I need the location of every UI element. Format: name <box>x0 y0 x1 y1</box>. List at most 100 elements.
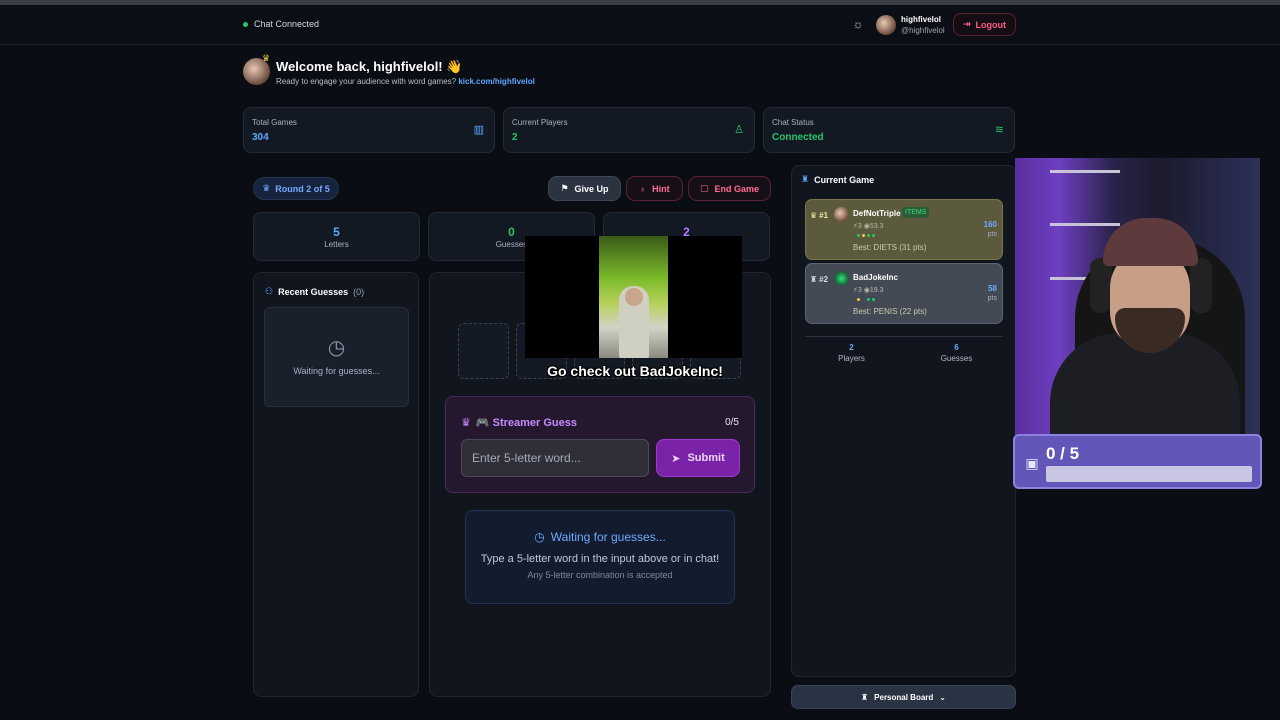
video-overlay <box>525 236 742 358</box>
goal-counter-text: 0 / 5 <box>1046 444 1080 463</box>
player-stats: ⚡3 ◉19.3 <box>853 287 884 294</box>
player-points-unit: pts <box>987 295 997 302</box>
players-summary-value: 2 <box>849 343 854 352</box>
logout-button[interactable]: ⇥ Logout <box>953 13 1016 36</box>
crown-icon: ♛ <box>810 211 818 220</box>
player-points-unit: pts <box>987 231 997 238</box>
current-game-header: ♜ Current Game <box>801 174 874 185</box>
guesses-summary-label: Guesses <box>940 354 973 363</box>
trophy-icon: ♜ <box>801 174 810 184</box>
trophy-icon: ♜ <box>810 275 818 284</box>
guess-dot <box>862 234 865 237</box>
players-summary: 2 Players <box>802 342 901 364</box>
end-game-label: End Game <box>714 183 760 194</box>
user-avatar[interactable] <box>876 15 896 35</box>
player-points-value: 160 <box>983 220 997 229</box>
recent-guesses-empty: ◷ Waiting for guesses... <box>264 307 409 407</box>
letters-stat: 5 Letters <box>253 212 420 261</box>
welcome-title: Welcome back, highfivelol! 👋 <box>276 59 463 74</box>
players-summary-label: Players <box>838 354 865 363</box>
guess-dot <box>867 298 870 301</box>
status-dot-icon <box>243 21 248 27</box>
chevron-down-icon: ⌄ <box>939 692 946 702</box>
stat-label: Chat Status <box>772 118 814 127</box>
divider <box>805 336 1003 337</box>
guesses-summary: 6 Guesses <box>907 342 1006 364</box>
player-name: BadJokeInc <box>853 273 898 282</box>
stat-card-chat-status: Chat Status Connected ≋ <box>763 107 1015 153</box>
recent-guesses-header: ⚇ Recent Guesses (0) <box>265 286 364 297</box>
submit-button[interactable]: ➤ Submit <box>656 439 740 477</box>
crown-icon: ♛ <box>262 183 271 193</box>
top-bar: Chat Connected ☼ highfivelol @highfivelo… <box>0 5 1280 45</box>
guess-dot <box>857 234 860 237</box>
guess-dot <box>867 234 870 237</box>
theme-toggle-icon[interactable]: ☼ <box>851 17 865 31</box>
player-stats: ⚡3 ◉53.3 <box>853 223 884 230</box>
player-tag: ITEMS <box>902 207 930 218</box>
guess-dot <box>857 298 860 301</box>
logout-icon: ⇥ <box>962 19 971 29</box>
waiting-subtitle: Type a 5-letter word in the input above … <box>480 553 720 565</box>
give-up-button[interactable]: ⚑ Give Up <box>548 176 621 201</box>
waiting-title: Waiting for guesses... <box>550 530 666 544</box>
send-icon: ➤ <box>671 452 681 465</box>
users-icon: ⚇ <box>265 286 274 296</box>
stat-label: Current Players <box>512 118 568 127</box>
recent-guesses-title: Recent Guesses <box>278 286 349 297</box>
welcome-subtitle-text: Ready to engage your audience with word … <box>276 77 457 86</box>
lightbulb-icon: ♁ <box>639 183 647 194</box>
waiting-note: Any 5-letter combination is accepted <box>527 570 673 580</box>
clock-icon: ◷ <box>534 530 545 544</box>
wifi-icon: ≋ <box>994 124 1004 136</box>
player-card[interactable]: ♜ #2 BadJokeInc ⚡3 ◉19.3 Best: PENIS (22… <box>805 263 1003 324</box>
hint-label: Hint <box>652 183 670 194</box>
stop-square-icon: ▢ <box>699 183 709 193</box>
guess-dot <box>862 298 865 301</box>
player-avatar <box>834 207 849 222</box>
player-best: Best: DIETS (31 pts) <box>853 243 927 252</box>
streamer-guess-panel: ♛ 🎮 Streamer Guess 0/5 ➤ Submit <box>445 396 755 493</box>
gift-icon: ▣ <box>1025 455 1039 471</box>
stat-value: 304 <box>252 132 269 143</box>
flag-icon: ⚑ <box>560 183 569 193</box>
end-game-button[interactable]: ▢ End Game <box>688 176 771 201</box>
stat-card-total-games: Total Games 304 ▥ <box>243 107 495 153</box>
hint-button[interactable]: ♁ Hint <box>626 176 683 201</box>
channel-link[interactable]: kick.com/highfivelol <box>458 77 534 86</box>
stat-value: 2 <box>512 132 518 143</box>
streamer-guess-title: 🎮 Streamer Guess <box>475 417 578 429</box>
player-card[interactable]: ♛ #1 DefNotTriple ITEMS ⚡3 ◉53.3 Best: D… <box>805 199 1003 260</box>
personal-board-toggle[interactable]: ♜ Personal Board ⌄ <box>791 685 1016 709</box>
player-points-value: 58 <box>988 284 997 293</box>
current-game-panel: ♜ Current Game ♛ #1 DefNotTriple ITEMS ⚡… <box>791 165 1016 677</box>
video-person-head <box>625 288 643 306</box>
crown-icon: ♛ <box>461 417 471 429</box>
user-info: highfivelol @highfivelol <box>901 14 945 36</box>
word-guess-input[interactable] <box>461 439 649 477</box>
player-guess-dots <box>857 234 875 237</box>
give-up-label: Give Up <box>574 183 609 194</box>
bar-chart-icon: ▥ <box>473 124 484 136</box>
headphone-left <box>1090 258 1112 313</box>
player-rank-label: #1 <box>819 211 829 220</box>
player-guess-dots <box>857 298 875 301</box>
clock-icon: ◷ <box>327 337 346 359</box>
player-name: DefNotTriple <box>853 209 901 218</box>
headphone-right <box>1190 258 1212 313</box>
trophy-icon: ♜ <box>860 692 869 702</box>
video-frame <box>599 236 668 358</box>
personal-board-label: Personal Board <box>874 692 934 702</box>
logout-label: Logout <box>975 19 1007 30</box>
round-indicator: ♛ Round 2 of 5 <box>253 177 339 200</box>
player-avatar <box>834 271 849 286</box>
letters-value: 5 <box>333 225 340 239</box>
user-icon: ♙ <box>734 124 744 136</box>
goal-progress-bar <box>1046 466 1252 482</box>
player-points: 58 pts <box>988 284 997 304</box>
player-rank-label: #2 <box>819 275 829 284</box>
player-best: Best: PENIS (22 pts) <box>853 307 927 316</box>
guesses-summary-value: 6 <box>954 343 959 352</box>
user-name: highfivelol <box>901 15 941 24</box>
stat-card-current-players: Current Players 2 ♙ <box>503 107 755 153</box>
